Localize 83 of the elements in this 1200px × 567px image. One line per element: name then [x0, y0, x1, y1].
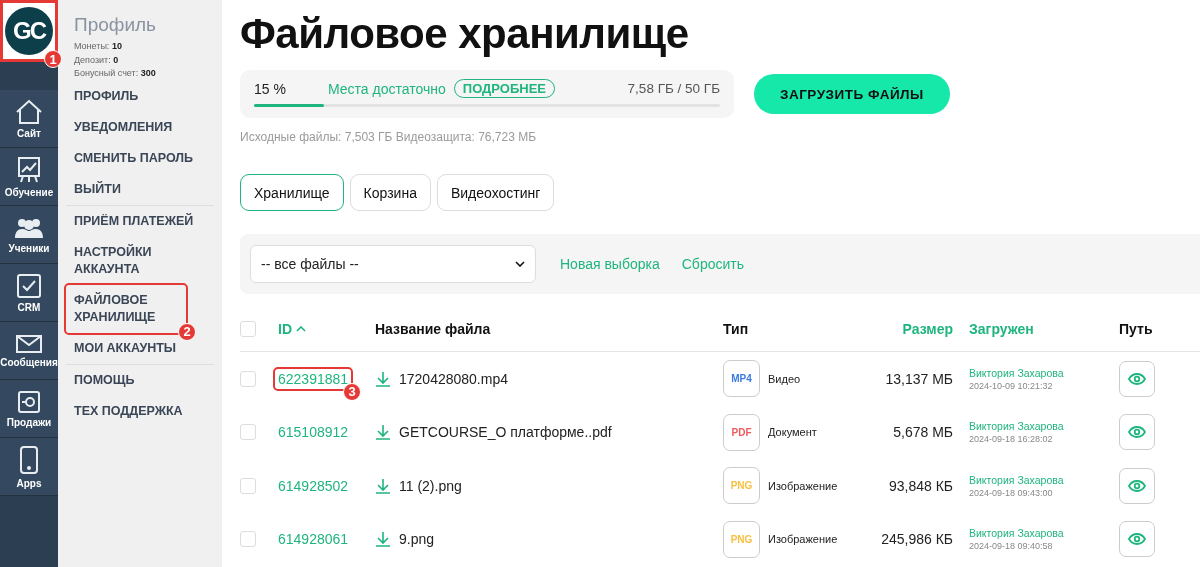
- view-button[interactable]: [1119, 360, 1155, 397]
- download-icon[interactable]: [375, 531, 391, 548]
- tab[interactable]: Хранилище: [240, 174, 344, 211]
- eye-icon: [1128, 426, 1146, 439]
- logo-mark: GC: [5, 7, 53, 55]
- file-filter-select[interactable]: -- все файлы --: [250, 245, 536, 283]
- file-type: Видео: [768, 372, 801, 385]
- upload-date: 2024-09-18 16:28:02: [969, 434, 1054, 445]
- account-stat: Депозит: 0: [73, 53, 120, 67]
- tab[interactable]: Видеохостинг: [436, 174, 555, 211]
- upload-date: 2024-09-18 09:43:00: [969, 487, 1054, 498]
- usage-percent: 15 %: [254, 80, 287, 97]
- envelope-icon: [15, 333, 43, 354]
- column-header: Путь: [1119, 320, 1153, 337]
- file-name: 9.png: [399, 531, 435, 548]
- file-name: GETCOURSE_О платформе..pdf: [399, 424, 612, 441]
- file-size: 245,986 КБ: [881, 531, 954, 548]
- menu-item[interactable]: ПРОФИЛЬ: [66, 80, 147, 112]
- callout-badge: 2: [178, 322, 196, 341]
- uploader-name: Виктория Захарова: [969, 420, 1065, 433]
- uploader-name: Виктория Захарова: [969, 527, 1065, 540]
- column-header: Тип: [723, 320, 749, 337]
- row-checkbox[interactable]: [240, 531, 256, 548]
- phone-icon: [19, 444, 39, 475]
- account-stat: Монеты: 10: [73, 40, 123, 53]
- page-title: Файловое хранилище: [240, 10, 690, 58]
- eye-icon: [1128, 533, 1146, 546]
- file-name: 1720428080.mp4: [399, 370, 508, 387]
- file-size: 13,137 МБ: [885, 370, 954, 387]
- upload-date: 2024-10-09 10:21:32: [969, 380, 1054, 391]
- rail-item[interactable]: Сайт: [0, 90, 58, 148]
- file-type: Изображение: [768, 479, 838, 492]
- menu-item[interactable]: ВЫЙТИ: [66, 173, 129, 205]
- file-size: 93,848 КБ: [888, 477, 954, 494]
- file-type: Изображение: [768, 533, 838, 546]
- row-checkbox[interactable]: [240, 424, 256, 441]
- download-icon[interactable]: [375, 477, 391, 494]
- menu-item[interactable]: СМЕНИТЬ ПАРОЛЬ: [66, 142, 202, 174]
- storage-usage: 7,58 ГБ / 50 ГБ: [627, 81, 720, 96]
- view-button[interactable]: [1119, 521, 1155, 558]
- column-header: Название файла: [375, 320, 491, 337]
- row-checkbox[interactable]: [240, 370, 256, 387]
- eye-icon: [1128, 372, 1146, 385]
- rail-item[interactable]: Обучение: [0, 148, 58, 206]
- tab[interactable]: Корзина: [349, 174, 431, 211]
- account-stat: Бонусный счет: 300: [73, 67, 157, 80]
- upload-date: 2024-09-18 09:40:58: [969, 541, 1054, 552]
- menu-item[interactable]: ПРИЁМ ПЛАТЕЖЕЙ: [66, 205, 202, 237]
- file-type-badge: MP4: [723, 360, 760, 398]
- rail-item[interactable]: Сообщения: [0, 322, 58, 380]
- checkbox-icon: [16, 272, 42, 299]
- rail-item[interactable]: Ученики: [0, 206, 58, 264]
- file-name: 11 (2).png: [399, 477, 462, 494]
- file-type: Документ: [768, 426, 817, 439]
- rail-item[interactable]: CRM: [0, 264, 58, 322]
- rail-item[interactable]: Apps: [0, 438, 58, 496]
- chart-board-icon: [17, 155, 41, 184]
- house-icon: [15, 98, 43, 125]
- select-value: -- все файлы --: [261, 256, 359, 272]
- download-icon[interactable]: [375, 370, 391, 387]
- storage-info: Исходные файлы: 7,503 ГБ Видеозащита: 76,723 МБ: [240, 130, 538, 144]
- profile-title: Профиль: [73, 14, 158, 36]
- safe-icon: [17, 389, 41, 414]
- file-type-badge: PNG: [723, 520, 760, 558]
- row-checkbox[interactable]: [240, 477, 256, 494]
- file-type-badge: PDF: [723, 413, 760, 451]
- menu-item[interactable]: УВЕДОМЛЕНИЯ: [66, 111, 181, 143]
- view-button[interactable]: [1119, 467, 1155, 504]
- rail-item[interactable]: Продажи: [0, 380, 58, 438]
- storage-status: Места достаточно: [328, 80, 446, 97]
- uploader-name: Виктория Захарова: [969, 473, 1065, 486]
- menu-item[interactable]: НАСТРОЙКИ АККАУНТА: [66, 236, 214, 285]
- select-all-checkbox[interactable]: [240, 320, 256, 337]
- uploader-name: Виктория Захарова: [969, 366, 1065, 379]
- download-icon[interactable]: [375, 424, 391, 441]
- menu-item[interactable]: ТЕХ ПОДДЕРЖКА: [66, 395, 191, 427]
- file-type-badge: PNG: [723, 467, 760, 505]
- menu-item[interactable]: ПОМОЩЬ: [66, 364, 143, 396]
- file-size: 5,678 МБ: [893, 424, 954, 441]
- eye-icon: [1128, 479, 1146, 492]
- upload-button[interactable]: ЗАГРУЗИТЬ ФАЙЛЫ: [754, 74, 950, 114]
- chevron-down-icon: [515, 261, 525, 267]
- view-button[interactable]: [1119, 414, 1155, 451]
